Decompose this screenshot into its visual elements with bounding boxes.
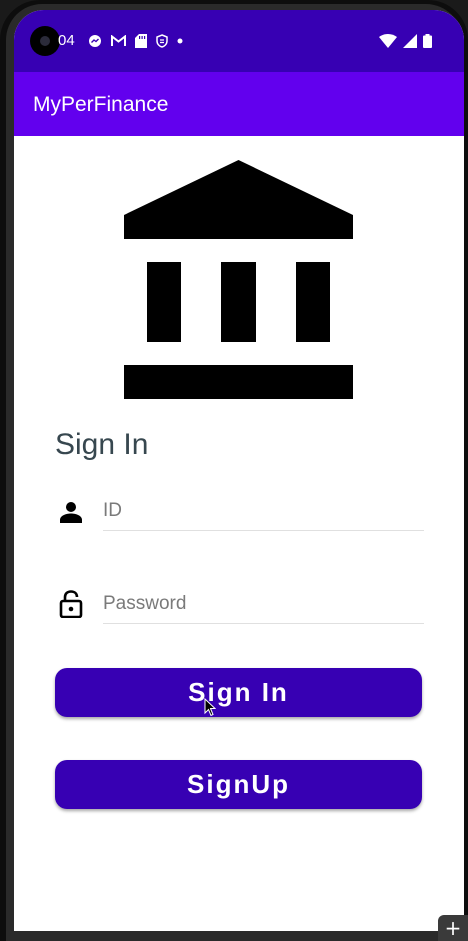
dot-icon [177, 38, 183, 44]
app-bar: MyPerFinance [14, 72, 464, 136]
messenger-icon [89, 35, 101, 47]
gmail-icon [111, 35, 126, 46]
sign-up-button[interactable]: SignUp [55, 760, 422, 809]
phone-screen: 04 MyPerFinance Sign In Sig [14, 10, 464, 931]
sign-in-title: Sign In [55, 428, 149, 461]
system-icons [379, 34, 432, 48]
password-field[interactable] [103, 593, 424, 624]
mouse-cursor-icon [204, 698, 216, 717]
notification-icons [88, 34, 183, 48]
id-field[interactable] [103, 500, 424, 531]
shield-icon [156, 34, 168, 48]
app-title: MyPerFinance [33, 93, 169, 116]
status-time: 04 [58, 32, 75, 49]
status-bar: 04 [14, 10, 464, 72]
bank-icon [124, 160, 353, 399]
add-icon[interactable]: + [438, 915, 468, 941]
lock-open-icon [59, 590, 83, 618]
signal-icon [403, 34, 417, 48]
person-icon [60, 502, 82, 523]
wifi-icon [379, 34, 397, 48]
sd-card-icon [135, 34, 147, 48]
battery-icon [423, 34, 432, 48]
front-camera [30, 26, 60, 56]
sign-in-button[interactable]: Sign In [55, 668, 422, 717]
